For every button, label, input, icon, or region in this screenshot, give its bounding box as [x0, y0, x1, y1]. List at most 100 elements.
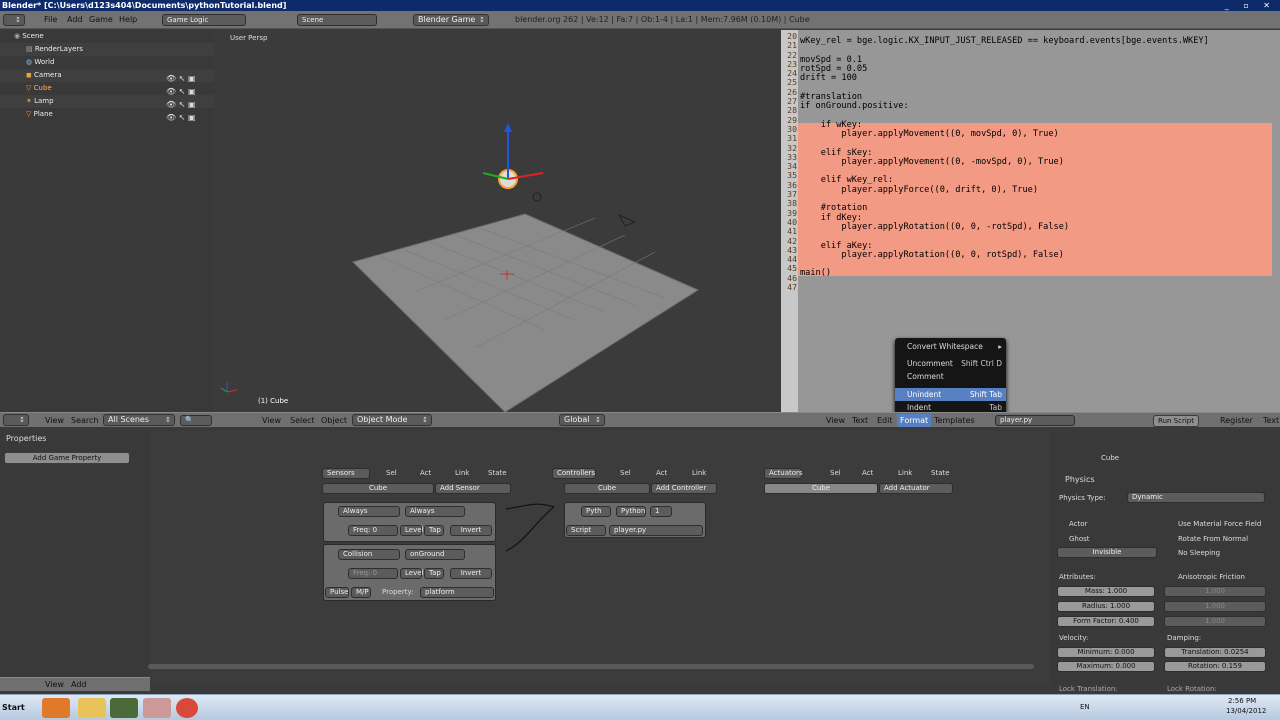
text-toggle[interactable]: Text	[1263, 416, 1279, 425]
text-file-field[interactable]: player.py	[995, 415, 1075, 426]
menu-game[interactable]: Game	[89, 14, 113, 26]
start-button[interactable]: Start	[2, 698, 36, 718]
sensors-link-toggle[interactable]: Link	[455, 469, 469, 477]
text-templates-menu[interactable]: Templates	[934, 416, 975, 425]
text-edit-menu[interactable]: Edit	[877, 416, 893, 425]
sensor-tap[interactable]: Tap	[424, 568, 444, 579]
logic-view-menu[interactable]: View	[45, 680, 64, 689]
sensors-object[interactable]: Cube	[322, 483, 434, 494]
text-text-menu[interactable]: Text	[852, 416, 868, 425]
outliner-item-renderlayers[interactable]: ▤ RenderLayers	[0, 43, 214, 56]
menu-add[interactable]: Add	[67, 14, 83, 26]
menu-file[interactable]: File	[44, 14, 57, 26]
no-sleeping-checkbox[interactable]: No Sleeping	[1178, 549, 1220, 557]
outliner-search-menu[interactable]: Search	[71, 416, 98, 425]
select-menu[interactable]: Select	[290, 416, 315, 425]
damping-translation-field[interactable]: Translation: 0.0254	[1164, 647, 1266, 658]
controller-mode[interactable]: Script	[566, 525, 606, 536]
sensor-type-select[interactable]: Collision	[338, 549, 400, 560]
controllers-link-toggle[interactable]: Link	[692, 469, 706, 477]
register-checkbox[interactable]: Register	[1220, 416, 1253, 425]
layout-selector[interactable]: Game Logic	[162, 14, 246, 26]
chrome-icon[interactable]	[176, 698, 198, 718]
controllers-object[interactable]: Cube	[564, 483, 650, 494]
sensor-level[interactable]: Level	[400, 525, 423, 536]
sensors-menu[interactable]: Sensors	[322, 468, 370, 479]
mass-field[interactable]: Mass: 1.000	[1057, 586, 1155, 597]
engine-selector[interactable]: Blender Game	[413, 14, 489, 26]
sensor-tap[interactable]: Tap	[424, 525, 444, 536]
aniso-y[interactable]: 1.000	[1164, 601, 1266, 612]
menu-convert-whitespace[interactable]: Convert Whitespace ▸	[895, 340, 1006, 353]
mode-selector[interactable]: Object Mode	[352, 414, 432, 426]
menu-uncomment[interactable]: Uncomment Shift Ctrl D	[895, 357, 1006, 370]
search-input[interactable]: 🔍	[180, 415, 212, 426]
sensor-invert[interactable]: Invert	[450, 525, 492, 536]
add-controller-button[interactable]: Add Controller	[651, 483, 717, 494]
language-indicator[interactable]: EN	[1080, 703, 1090, 711]
add-actuator-button[interactable]: Add Actuator	[879, 483, 953, 494]
clock-date[interactable]: 13/04/2012	[1226, 707, 1266, 715]
velocity-min-field[interactable]: Minimum: 0.000	[1057, 647, 1155, 658]
controller-script[interactable]: player.py	[609, 525, 703, 536]
aniso-z[interactable]: 1.000	[1164, 616, 1266, 627]
outliner-item-scene[interactable]: ◉ Scene	[0, 30, 214, 43]
sensor-type-select[interactable]: Always	[338, 506, 400, 517]
text-view-menu[interactable]: View	[826, 416, 845, 425]
sensor-freq[interactable]: Freq: 0	[348, 525, 398, 536]
anisotropic-friction-checkbox[interactable]: Anisotropic Friction	[1178, 573, 1245, 581]
actuators-link-toggle[interactable]: Link	[898, 469, 912, 477]
sensors-state-toggle[interactable]: State	[488, 469, 507, 477]
visibility-toggles[interactable]: 👁 ↖ ▣ 👁 ↖ ▣ 👁 ↖ ▣ 👁 ↖ ▣	[166, 72, 206, 122]
scene-selector[interactable]: Scene	[297, 14, 377, 26]
run-script-button[interactable]: Run Script	[1153, 415, 1199, 427]
window-controls[interactable]: _ ▫ ✕	[1225, 0, 1276, 11]
controllers-act-toggle[interactable]: Act	[656, 469, 667, 477]
object-menu[interactable]: Object	[321, 416, 347, 425]
sensor-pulse[interactable]: Pulse	[325, 587, 349, 598]
sensors-act-toggle[interactable]: Act	[420, 469, 431, 477]
menu-help[interactable]: Help	[119, 14, 137, 26]
actuators-menu[interactable]: Actuators	[764, 468, 803, 479]
rotate-from-normal-checkbox[interactable]: Rotate From Normal	[1178, 535, 1248, 543]
aniso-x[interactable]: 1.000	[1164, 586, 1266, 597]
editor-type-menu[interactable]	[3, 414, 29, 426]
orientation-selector[interactable]: Global	[559, 414, 605, 426]
ghost-checkbox[interactable]: Ghost	[1069, 535, 1090, 543]
text-format-menu[interactable]: Format	[897, 414, 932, 427]
sensors-sel-toggle[interactable]: Sel	[386, 469, 397, 477]
editor-type-menu[interactable]	[3, 14, 25, 26]
actuators-state-toggle[interactable]: State	[931, 469, 950, 477]
outliner-view-menu[interactable]: View	[45, 416, 64, 425]
controller-state-num[interactable]: 1	[650, 506, 672, 517]
outliner-filter[interactable]: All Scenes	[103, 414, 175, 426]
radius-field[interactable]: Radius: 1.000	[1057, 601, 1155, 612]
actor-checkbox[interactable]: Actor	[1069, 520, 1087, 528]
logic-scrollbar[interactable]	[148, 664, 1034, 669]
controller-type[interactable]: Python	[616, 506, 646, 517]
controllers-sel-toggle[interactable]: Sel	[620, 469, 631, 477]
controllers-menu[interactable]: Controllers	[552, 468, 596, 479]
sensor-mp[interactable]: M/P	[351, 587, 371, 598]
app-icon[interactable]	[110, 698, 138, 718]
menu-unindent[interactable]: Unindent Shift Tab	[895, 388, 1006, 401]
add-sensor-button[interactable]: Add Sensor	[435, 483, 511, 494]
3d-viewport[interactable]: User Persp (1) Cube	[215, 30, 780, 412]
blender-icon[interactable]	[42, 698, 70, 718]
use-material-force-checkbox[interactable]: Use Material Force Field	[1178, 520, 1261, 528]
view-menu[interactable]: View	[262, 416, 281, 425]
sensor-level[interactable]: Level	[400, 568, 423, 579]
controller-short[interactable]: Pyth	[581, 506, 611, 517]
physics-type-select[interactable]: Dynamic	[1127, 492, 1265, 503]
clock-time[interactable]: 2:56 PM	[1228, 697, 1256, 705]
outliner-item-world[interactable]: ◍ World	[0, 56, 214, 69]
property-field[interactable]: platform	[420, 587, 494, 598]
form-factor-field[interactable]: Form Factor: 0.400	[1057, 616, 1155, 627]
code-text[interactable]: wKey_rel = bge.logic.KX_INPUT_JUST_RELEA…	[800, 36, 1270, 279]
actuators-sel-toggle[interactable]: Sel	[830, 469, 841, 477]
actuators-act-toggle[interactable]: Act	[862, 469, 873, 477]
sensor-invert[interactable]: Invert	[450, 568, 492, 579]
actuators-object[interactable]: Cube	[764, 483, 878, 494]
paint-icon[interactable]	[143, 698, 171, 718]
damping-rotation-field[interactable]: Rotation: 0.159	[1164, 661, 1266, 672]
